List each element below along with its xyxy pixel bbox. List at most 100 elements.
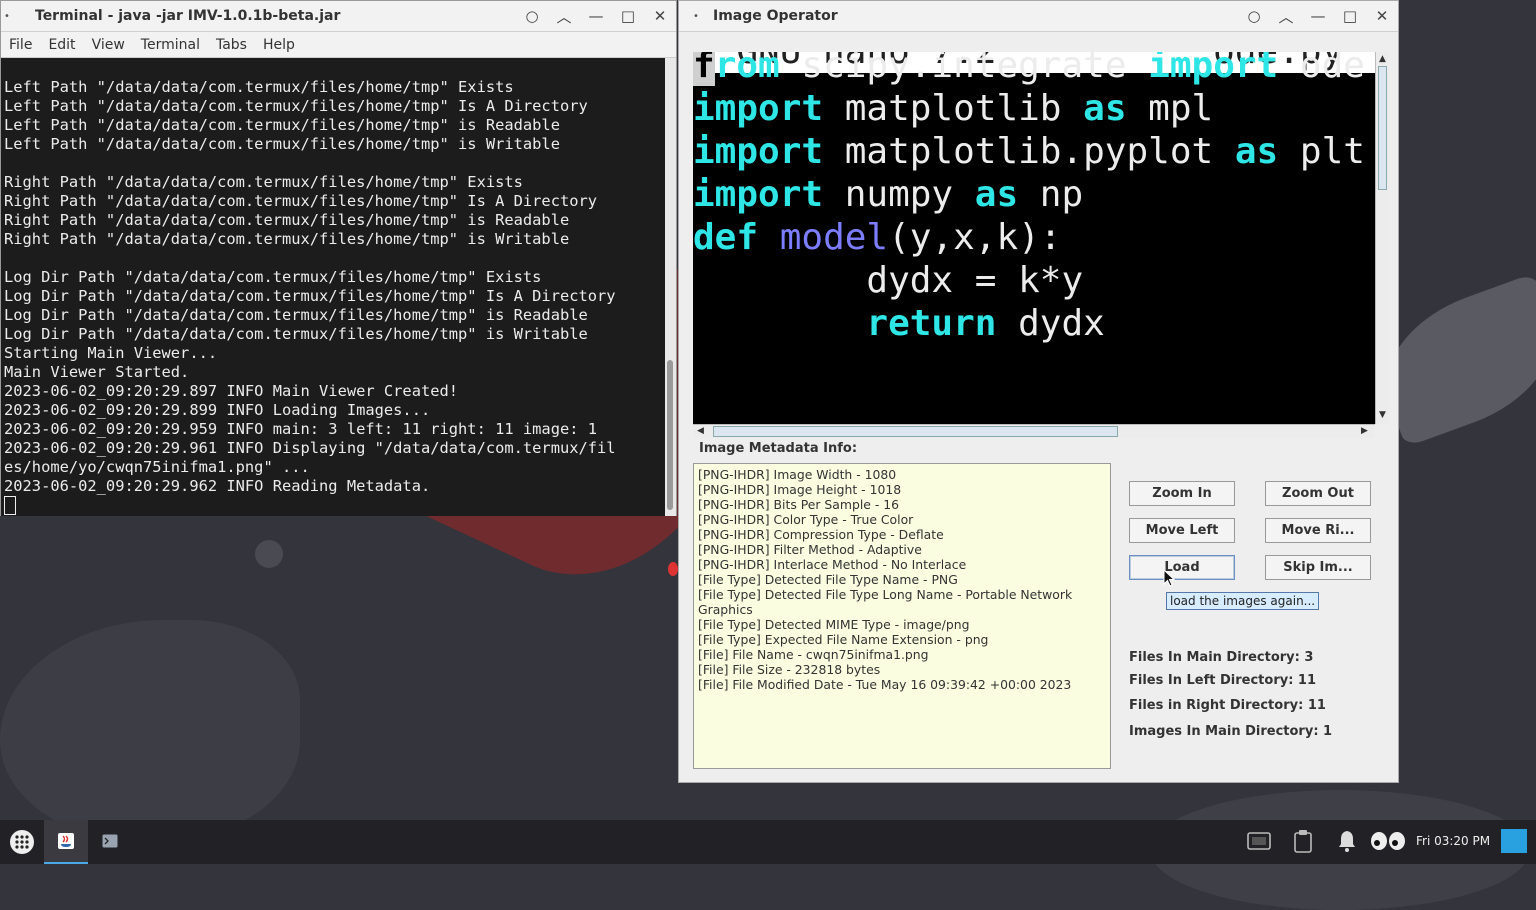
terminal-titlebar[interactable]: • Terminal - java -jar IMV-1.0.1b-beta.j… <box>1 1 676 32</box>
terminal-scroll-thumb[interactable] <box>667 360 673 510</box>
clipboard-icon[interactable] <box>1293 829 1313 853</box>
metadata-textarea[interactable]: [PNG-IHDR] Image Width - 1080 [PNG-IHDR]… <box>693 463 1111 769</box>
menu-tabs[interactable]: Tabs <box>208 37 255 53</box>
metadata-line: [PNG-IHDR] Filter Method - Adaptive <box>698 542 922 557</box>
terminal-title: Terminal - java -jar IMV-1.0.1b-beta.jar <box>35 8 341 24</box>
terminal-scrollbar[interactable] <box>665 58 676 516</box>
taskbar-java-app[interactable] <box>44 820 88 864</box>
taskbar-clock[interactable]: Fri 03:20 PM <box>1416 834 1490 848</box>
files-main-count: Files In Main Directory: 3 <box>1129 650 1314 665</box>
load-tooltip: load the images again... <box>1166 592 1320 610</box>
viewer-vertical-thumb[interactable] <box>1378 66 1387 190</box>
terminal-line: 2023-06-02_09:20:29.962 INFO Reading Met… <box>4 477 431 495</box>
code-token: as <box>1083 88 1127 129</box>
terminal-line: Left Path "/data/data/com.termux/files/h… <box>4 116 560 134</box>
move-right-button[interactable]: Move Ri... <box>1265 518 1371 543</box>
code-token: ode <box>1278 52 1365 86</box>
mouse-pointer-icon <box>1163 569 1175 587</box>
metadata-line: [File Type] Expected File Name Extension… <box>698 632 989 647</box>
zoom-in-button[interactable]: Zoom In <box>1129 481 1235 506</box>
code-token: matplotlib <box>823 88 1084 129</box>
metadata-line: [File Type] Detected File Type Name - PN… <box>698 572 958 587</box>
notification-bell-icon[interactable] <box>1337 829 1357 853</box>
terminal-line: Right Path "/data/data/com.termux/files/… <box>4 230 570 248</box>
terminal-cursor <box>4 496 16 515</box>
minimize-icon[interactable]: — <box>1302 7 1334 25</box>
terminal-line: Log Dir Path "/data/data/com.termux/file… <box>4 306 588 324</box>
terminal-line: es/home/yo/cwqn75inifma1.png" ... <box>4 458 310 476</box>
menu-file[interactable]: File <box>1 37 40 53</box>
metadata-line: [PNG-IHDR] Image Width - 1080 <box>698 467 897 482</box>
move-left-button[interactable]: Move Left <box>1129 518 1235 543</box>
code-token: def <box>693 217 759 258</box>
code-token: matplotlib.pyplot <box>823 131 1235 172</box>
scroll-left-icon[interactable]: ◀ <box>697 426 704 436</box>
skip-image-button[interactable]: Skip Im... <box>1265 555 1371 580</box>
menu-edit[interactable]: Edit <box>40 37 83 53</box>
code-token: plt <box>1278 131 1365 172</box>
terminal-line: Left Path "/data/data/com.termux/files/h… <box>4 97 588 115</box>
code-token: dydx <box>996 303 1105 344</box>
code-token: rom <box>714 52 780 86</box>
maximize-icon[interactable]: □ <box>1334 7 1366 25</box>
close-icon[interactable]: ✕ <box>644 7 676 25</box>
menu-help[interactable]: Help <box>255 37 303 53</box>
terminal-line: Log Dir Path "/data/data/com.termux/file… <box>4 287 616 305</box>
metadata-line: [File] File Size - 232818 bytes <box>698 662 881 677</box>
code-token: dydx = k*y <box>693 260 1084 301</box>
java-app-icon <box>58 833 74 849</box>
terminal-window[interactable]: • Terminal - java -jar IMV-1.0.1b-beta.j… <box>0 0 677 516</box>
close-icon[interactable]: ✕ <box>1366 7 1398 25</box>
code-token: f <box>693 52 715 86</box>
minimize-icon[interactable]: — <box>580 7 612 25</box>
terminal-output[interactable]: Left Path "/data/data/com.termux/files/h… <box>1 58 665 516</box>
sticky-icon[interactable]: ○ <box>1238 7 1270 25</box>
terminal-menubar: File Edit View Terminal Tabs Help <box>1 32 676 58</box>
code-token: as <box>1234 131 1279 172</box>
terminal-line: Main Viewer Started. <box>4 363 190 381</box>
zoom-out-button[interactable]: Zoom Out <box>1265 481 1371 506</box>
shade-icon[interactable]: ︿ <box>1270 6 1302 27</box>
terminal-line: 2023-06-02_09:20:29.961 INFO Displaying … <box>4 439 616 457</box>
window-menu-icon[interactable]: • <box>1 11 13 22</box>
code-token: np <box>1018 174 1084 215</box>
terminal-line: 2023-06-02_09:20:29.959 INFO main: 3 lef… <box>4 420 598 438</box>
screenshot-icon[interactable] <box>1247 831 1271 851</box>
display-icon[interactable] <box>1500 828 1528 854</box>
eyes-icon <box>1371 832 1405 850</box>
metadata-line: [File Type] Detected MIME Type - image/p… <box>698 617 970 632</box>
load-button[interactable]: Load <box>1129 555 1235 580</box>
scroll-down-icon[interactable]: ▼ <box>1379 410 1386 420</box>
wallpaper-shape <box>0 620 300 840</box>
metadata-line: [PNG-IHDR] Color Type - True Color <box>698 512 914 527</box>
metadata-line: [PNG-IHDR] Image Height - 1018 <box>698 482 902 497</box>
scroll-up-icon[interactable]: ▲ <box>1379 54 1386 64</box>
sticky-icon[interactable]: ○ <box>516 7 548 25</box>
images-main-count: Images In Main Directory: 1 <box>1129 724 1333 739</box>
terminal-line: Starting Main Viewer... <box>4 344 218 362</box>
scroll-right-icon[interactable]: ▶ <box>1361 426 1368 436</box>
operator-title: Image Operator <box>713 8 838 24</box>
viewer-horizontal-thumb[interactable] <box>713 426 1118 437</box>
code-token: import <box>693 174 824 215</box>
menu-view[interactable]: View <box>84 37 133 53</box>
terminal-line: 2023-06-02_09:20:29.899 INFO Loading Ima… <box>4 401 431 419</box>
code-token: mpl <box>1126 88 1214 129</box>
metadata-line: [PNG-IHDR] Compression Type - Deflate <box>698 527 944 542</box>
menu-terminal[interactable]: Terminal <box>133 37 208 53</box>
viewer-vertical-scrollbar[interactable]: ▲ ▼ <box>1375 52 1389 424</box>
terminal-line: Left Path "/data/data/com.termux/files/h… <box>4 135 560 153</box>
apps-grid-icon[interactable] <box>9 829 35 855</box>
operator-titlebar[interactable]: • Image Operator ○ ︿ — □ ✕ <box>679 1 1398 32</box>
code-image: from scipy.integrate import ode import m… <box>693 52 1365 345</box>
image-operator-window[interactable]: • Image Operator ○ ︿ — □ ✕ GNU nano 7.2 … <box>678 0 1399 783</box>
files-left-count: Files In Left Directory: 11 <box>1129 673 1317 688</box>
image-viewer[interactable]: GNU nano 7.2 ode.py from scipy.integrate… <box>693 52 1375 424</box>
window-menu-icon[interactable]: • <box>679 11 713 22</box>
viewer-horizontal-scrollbar[interactable]: ◀ ▶ <box>693 424 1375 438</box>
shade-icon[interactable]: ︿ <box>548 6 580 27</box>
code-token: model <box>779 217 889 258</box>
code-token: as <box>974 174 1019 215</box>
maximize-icon[interactable]: □ <box>612 7 644 25</box>
terminal-icon[interactable] <box>102 834 118 848</box>
